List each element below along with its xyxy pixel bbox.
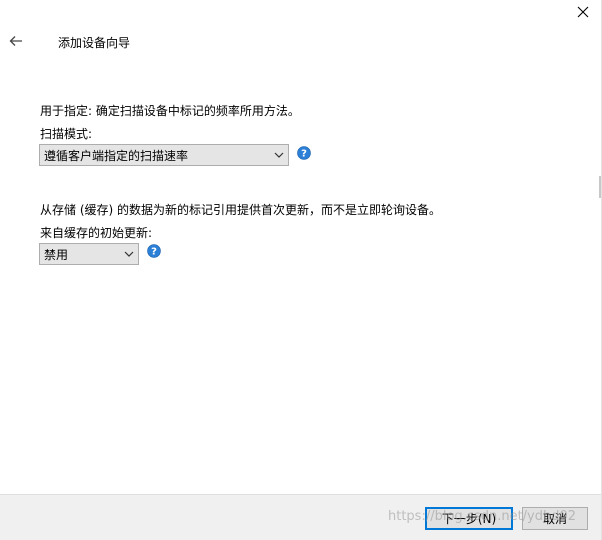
back-button[interactable] bbox=[6, 32, 26, 50]
help-question-icon[interactable]: ? bbox=[147, 244, 161, 258]
back-arrow-icon bbox=[9, 36, 22, 46]
scan-mode-value: 遵循客户端指定的扫描速率 bbox=[44, 148, 189, 163]
cache-description: 从存储 (缓存) 的数据为新的标记引用提供首次更新，而不是立即轮询设备。 bbox=[40, 203, 441, 217]
scan-mode-select[interactable]: 遵循客户端指定的扫描速率 bbox=[39, 144, 289, 166]
cache-initial-label: 来自缓存的初始更新: bbox=[40, 226, 153, 240]
scan-mode-label: 扫描模式: bbox=[40, 127, 93, 141]
cache-initial-select[interactable]: 禁用 bbox=[39, 243, 139, 265]
chevron-down-icon bbox=[270, 145, 288, 165]
close-button[interactable] bbox=[573, 2, 593, 22]
cancel-button[interactable]: 取消 bbox=[522, 507, 588, 530]
chevron-down-icon bbox=[120, 244, 138, 264]
help-question-icon[interactable]: ? bbox=[297, 146, 311, 160]
svg-text:?: ? bbox=[301, 149, 307, 160]
add-device-wizard-window: 添加设备向导 用于指定: 确定扫描设备中标记的频率所用方法。 扫描模式: 遵循客… bbox=[0, 0, 602, 540]
scrollbar-hint bbox=[599, 176, 601, 198]
wizard-footer: 下一步(N) 取消 bbox=[0, 494, 601, 540]
cache-initial-value: 禁用 bbox=[44, 247, 69, 262]
wizard-title: 添加设备向导 bbox=[58, 36, 131, 50]
next-button[interactable]: 下一步(N) bbox=[425, 507, 513, 530]
scan-description: 用于指定: 确定扫描设备中标记的频率所用方法。 bbox=[40, 104, 300, 118]
close-icon bbox=[577, 6, 589, 18]
svg-text:?: ? bbox=[151, 247, 157, 258]
